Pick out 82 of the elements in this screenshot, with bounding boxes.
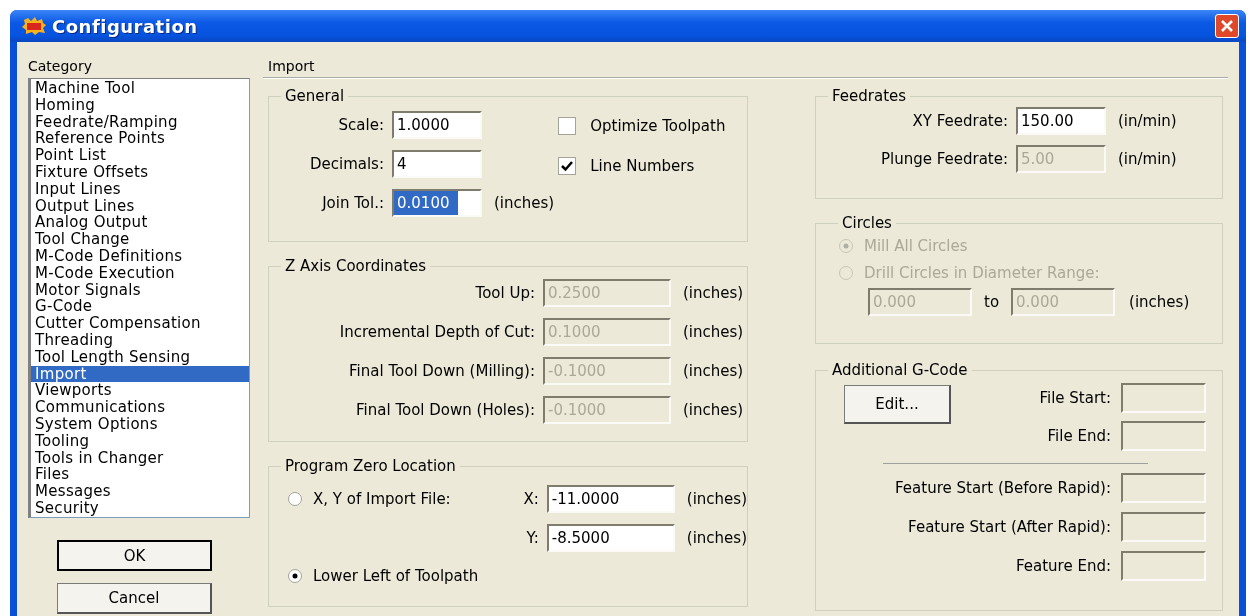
category-item[interactable]: Feedrate/Ramping — [31, 113, 249, 131]
field-label: Join Tol.: — [320, 194, 384, 212]
unit-label: (inches) — [494, 194, 555, 212]
group-title: General — [284, 87, 346, 105]
field-label: Plunge Feedrate: — [879, 150, 1008, 168]
category-item[interactable]: Motor Signals — [31, 281, 249, 299]
group-title: Program Zero Location — [284, 457, 457, 475]
dialog-button[interactable]: Cancel — [57, 583, 212, 614]
category-item[interactable]: Tool Change — [31, 231, 249, 248]
unit-label: (inches) — [1129, 293, 1190, 311]
field-label: Scale: — [337, 116, 384, 134]
category-item[interactable]: Messages — [31, 483, 249, 500]
page-title: Import — [263, 58, 1228, 79]
field-label: File End: — [1047, 427, 1111, 445]
category-item[interactable]: Security — [31, 499, 249, 517]
category-item[interactable]: Communications — [31, 399, 249, 416]
category-item[interactable]: Machine Tool — [31, 80, 249, 97]
field-label: Final Tool Down (Milling): — [348, 362, 535, 380]
field-label: File Start: — [1039, 389, 1111, 407]
category-item[interactable]: G-Code — [31, 298, 249, 316]
app-logo-icon — [22, 17, 46, 35]
category-item[interactable]: Files — [31, 466, 249, 484]
radio-button[interactable] — [287, 490, 303, 507]
close-button[interactable] — [1215, 14, 1239, 38]
window-title: Configuration — [52, 15, 199, 37]
text-field[interactable]: -11.0000 — [546, 484, 675, 513]
group-title: Z Axis Coordinates — [284, 257, 427, 275]
checkbox-label[interactable]: Line Numbers — [590, 157, 695, 175]
category-item[interactable]: Tools in Changer — [31, 449, 249, 467]
category-label: Category — [28, 58, 93, 74]
text-field[interactable]: 1.0000 — [392, 111, 482, 139]
checkbox-label[interactable]: Optimize Toolpath — [590, 117, 726, 135]
unit-label: (inches) — [683, 323, 744, 341]
edit-button[interactable]: Edit... — [844, 385, 951, 424]
checkbox[interactable] — [558, 157, 577, 175]
category-item[interactable]: Tooling — [31, 432, 249, 450]
category-item[interactable]: M-Code Definitions — [31, 247, 249, 265]
field-label: Incremental Depth of Cut: — [338, 323, 535, 341]
category-item[interactable]: Fixture Offsets — [31, 164, 249, 181]
checkbox[interactable] — [558, 117, 577, 135]
radio-button[interactable] — [287, 568, 303, 584]
category-item[interactable]: Tool Length Sensing — [31, 348, 249, 366]
unit-label: (inches) — [683, 401, 744, 419]
category-item[interactable]: Import — [31, 365, 249, 383]
category-item[interactable]: Viewports — [31, 382, 249, 400]
text-field[interactable]: 0.0100 — [392, 189, 482, 217]
text-field[interactable]: 4 — [392, 150, 482, 178]
category-item[interactable]: Homing — [31, 96, 249, 114]
unit-label: (in/min) — [1118, 112, 1177, 130]
unit-label: (inches) — [683, 284, 744, 302]
category-item[interactable]: Threading — [31, 331, 249, 349]
dialog-button[interactable]: OK — [57, 540, 212, 571]
field-label: X: — [523, 489, 539, 508]
unit-label: (in/min) — [1118, 150, 1177, 168]
category-item[interactable]: Output Lines — [31, 197, 249, 215]
field-label: Decimals: — [308, 155, 384, 173]
category-item[interactable]: M-Code Execution — [31, 264, 249, 282]
field-label: Tool Up: — [474, 284, 535, 302]
field-label: Feature End: — [1016, 557, 1111, 575]
option-label[interactable]: X, Y of Import File: — [313, 489, 451, 508]
category-item[interactable]: Cutter Compensation — [31, 315, 249, 332]
category-item[interactable]: Input Lines — [31, 180, 249, 198]
field-label: Feature Start (After Rapid): — [908, 518, 1111, 536]
field-label: XY Feedrate: — [911, 112, 1008, 130]
close-icon — [1220, 19, 1234, 33]
field-label: Y: — [526, 528, 539, 547]
unit-label: (inches) — [686, 489, 747, 508]
group-title: Additional G-Code — [831, 361, 969, 379]
unit-label: (inches) — [686, 528, 747, 547]
category-item[interactable]: System Options — [31, 415, 249, 433]
unit-label: (inches) — [683, 362, 744, 380]
range-separator: to — [984, 293, 1000, 311]
group-title: Circles — [841, 214, 893, 232]
text-field[interactable]: 150.00 — [1016, 107, 1106, 135]
field-label: Feature Start (Before Rapid): — [895, 479, 1111, 497]
category-item[interactable]: Point List — [31, 147, 249, 164]
text-field[interactable]: -8.5000 — [546, 523, 675, 552]
field-label: Final Tool Down (Holes): — [355, 401, 535, 419]
group-title: Feedrates — [831, 87, 908, 105]
option-label[interactable]: Lower Left of Toolpath — [313, 567, 479, 585]
category-item[interactable]: Analog Output — [31, 214, 249, 232]
category-item[interactable]: Reference Points — [31, 130, 249, 148]
